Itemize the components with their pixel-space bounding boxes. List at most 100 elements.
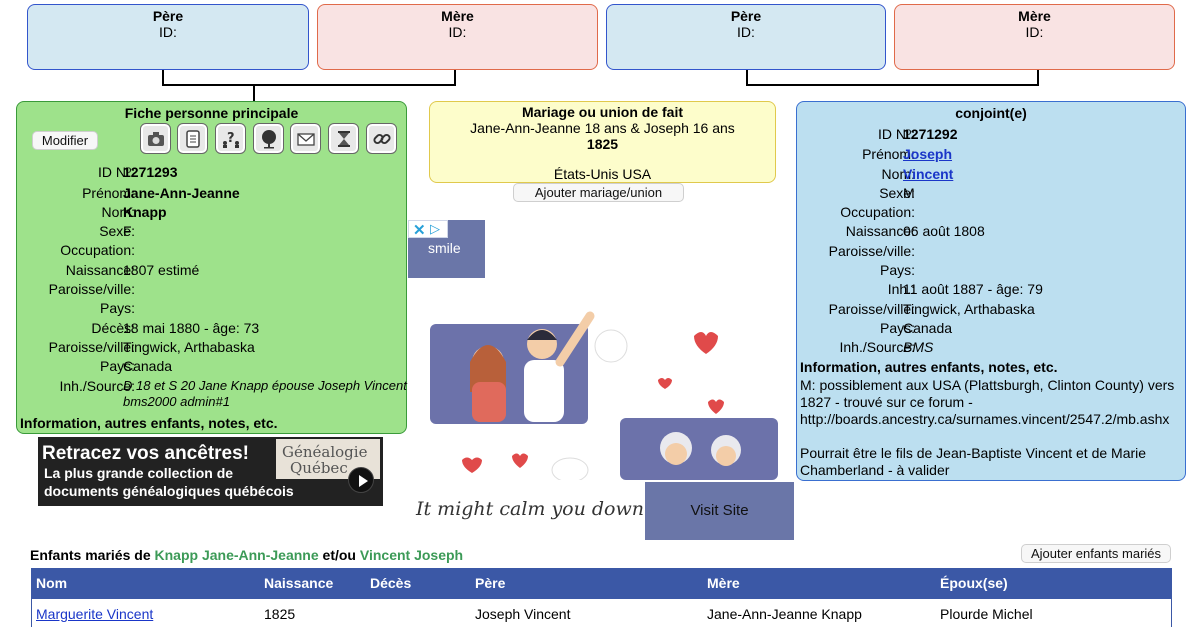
ad-tagline: It might calm you down: [416, 498, 644, 520]
field-label: Pays:: [99, 300, 135, 316]
field-row: Paroisse/ville:: [17, 280, 406, 299]
field-row: Inh.: 11 août 1887 - âge: 79: [797, 280, 1185, 299]
adchoices-icon[interactable]: ▷: [430, 221, 440, 237]
promo-banner[interactable]: Retracez vos ancêtres! La plus grande co…: [38, 437, 383, 506]
field-row: Occupation:: [17, 241, 406, 260]
field-value: BMS: [903, 339, 934, 355]
field-value: Tingwick, Arthabaska: [903, 301, 1035, 317]
field-row: Nom: Vincent: [797, 165, 1185, 184]
child-spouse: Plourde Michel: [940, 606, 1033, 622]
field-label: Occupation:: [60, 242, 135, 258]
promo-line-1: La plus grande collection de: [44, 465, 234, 481]
document-icon[interactable]: [177, 123, 208, 154]
father-label: Père: [152, 8, 184, 24]
field-label: Paroisse/ville:: [828, 243, 915, 259]
child-name-link[interactable]: Marguerite Vincent: [36, 606, 153, 622]
field-label: Paroisse/ville:: [48, 281, 135, 297]
heading-connector: et/ou: [322, 547, 356, 563]
column-header: Père: [475, 575, 506, 591]
column-header: Nom: [36, 575, 68, 591]
field-value: Canada: [903, 320, 953, 336]
field-value: Jane-Ann-Jeanne: [123, 185, 240, 201]
connector-line: [162, 84, 456, 86]
ad-choices[interactable]: ✕ ▷: [408, 220, 448, 239]
note-line: http://boards.ancestry.ca/surnames.vince…: [800, 411, 1170, 427]
note-line: Chamberland - à valider: [800, 462, 950, 478]
field-row: Pays: Canada: [797, 319, 1185, 338]
heading-prefix: Enfants mariés de: [30, 547, 151, 563]
left-father-box[interactable]: Père ID:: [27, 4, 309, 70]
left-mother-box[interactable]: Mère ID:: [317, 4, 598, 70]
field-value: 06 août 1808: [903, 223, 985, 239]
children-heading: Enfants mariés de Knapp Jane-Ann-Jeanne …: [30, 547, 463, 563]
father-id: ID:: [737, 24, 755, 40]
column-header: Naissance: [264, 575, 334, 591]
right-father-box[interactable]: Père ID:: [606, 4, 886, 70]
field-row: Naissance: 1807 estimé: [17, 261, 406, 280]
first-name-link[interactable]: Joseph: [903, 145, 952, 163]
spouse-note-1: M: possiblement aux USA (Plattsburgh, Cl…: [800, 377, 1174, 428]
father-label: Père: [730, 8, 762, 24]
close-icon[interactable]: ✕: [413, 221, 426, 239]
hourglass-icon[interactable]: [328, 123, 359, 154]
field-value: Canada: [123, 358, 173, 374]
heading-person-1: Knapp Jane-Ann-Jeanne: [154, 547, 319, 563]
field-row: Pays:: [17, 299, 406, 318]
mail-icon[interactable]: [290, 123, 321, 154]
marriage-place: États-Unis USA: [553, 166, 652, 182]
advertisement[interactable]: ✕ ▷ smile It might calm you down Visit S…: [408, 220, 794, 540]
main-person-title: Fiche personne principale: [124, 105, 299, 121]
field-row: Inh./Source: BMS: [797, 338, 1185, 357]
father-id: ID:: [159, 24, 177, 40]
promo-headline: Retracez vos ancêtres!: [42, 443, 249, 464]
mother-label: Mère: [441, 8, 474, 24]
child-father: Joseph Vincent: [475, 606, 571, 622]
promo-line-2: documents généalogiques québécois: [44, 483, 294, 499]
field-row: Paroisse/ville:: [797, 242, 1185, 261]
play-icon[interactable]: [348, 467, 374, 493]
field-row: ID Nº: 1271292: [797, 125, 1185, 144]
link-icon[interactable]: [366, 123, 397, 154]
tree-icon[interactable]: [253, 123, 284, 154]
edit-button[interactable]: Modifier: [32, 131, 98, 150]
add-marriage-button[interactable]: Ajouter mariage/union: [513, 183, 684, 202]
marriage-couple: Jane-Ann-Jeanne 18 ans & Joseph 16 ans: [470, 120, 735, 136]
child-mother: Jane-Ann-Jeanne Knapp: [707, 606, 862, 622]
ad-tagline-area: It might calm you down: [408, 482, 645, 538]
field-row: Sexe: F: [17, 222, 406, 241]
note-line: M: possiblement aux USA (Plattsburgh, Cl…: [800, 377, 1175, 393]
field-row: Prénom: Joseph: [797, 145, 1185, 164]
visit-site-button[interactable]: Visit Site: [645, 482, 794, 540]
field-value: 1807 estimé: [123, 262, 200, 278]
field-row: Décès: 18 mai 1880 - âge: 73: [17, 319, 406, 338]
column-header: Mère: [707, 575, 740, 591]
mother-label: Mère: [1018, 8, 1051, 24]
field-value: Knapp: [123, 204, 167, 220]
field-value: M: [903, 185, 915, 201]
field-row: Paroisse/ville: Tingwick, Arthabaska: [17, 338, 406, 357]
heading-person-2: Vincent Joseph: [359, 547, 464, 563]
field-value: Tingwick, Arthabaska: [123, 339, 255, 355]
family-help-icon[interactable]: ?: [215, 123, 246, 154]
marriage-year: 1825: [586, 136, 619, 152]
field-value: F: [123, 223, 132, 239]
last-name-link[interactable]: Vincent: [903, 165, 953, 183]
connector-line: [746, 84, 1039, 86]
info-title: Information, autres enfants, notes, etc.: [20, 415, 278, 431]
field-row: Sexe: M: [797, 184, 1185, 203]
field-value: 11 août 1887 - âge: 79: [903, 281, 1043, 297]
column-header: Décès: [370, 575, 412, 591]
mother-id: ID:: [448, 24, 467, 40]
ad-tab-text: smile: [428, 240, 461, 256]
add-married-children-button[interactable]: Ajouter enfants mariés: [1021, 544, 1171, 563]
field-row: Naissance: 06 août 1808: [797, 222, 1185, 241]
note-line: Pourrait être le fils de Jean-Baptiste V…: [800, 445, 1147, 461]
camera-icon[interactable]: [140, 123, 171, 154]
children-table-header: Nom Naissance Décès Père Mère Époux(se): [31, 568, 1172, 599]
svg-text:?: ?: [227, 131, 235, 146]
field-row: Nom: Knapp: [17, 203, 406, 222]
right-mother-box[interactable]: Mère ID:: [894, 4, 1175, 70]
table-row: Marguerite Vincent 1825 Joseph Vincent J…: [31, 599, 1172, 627]
note-line: 1827 - trouvé sur ce forum -: [800, 394, 973, 410]
field-row: bms2000 admin#1: [17, 393, 406, 412]
